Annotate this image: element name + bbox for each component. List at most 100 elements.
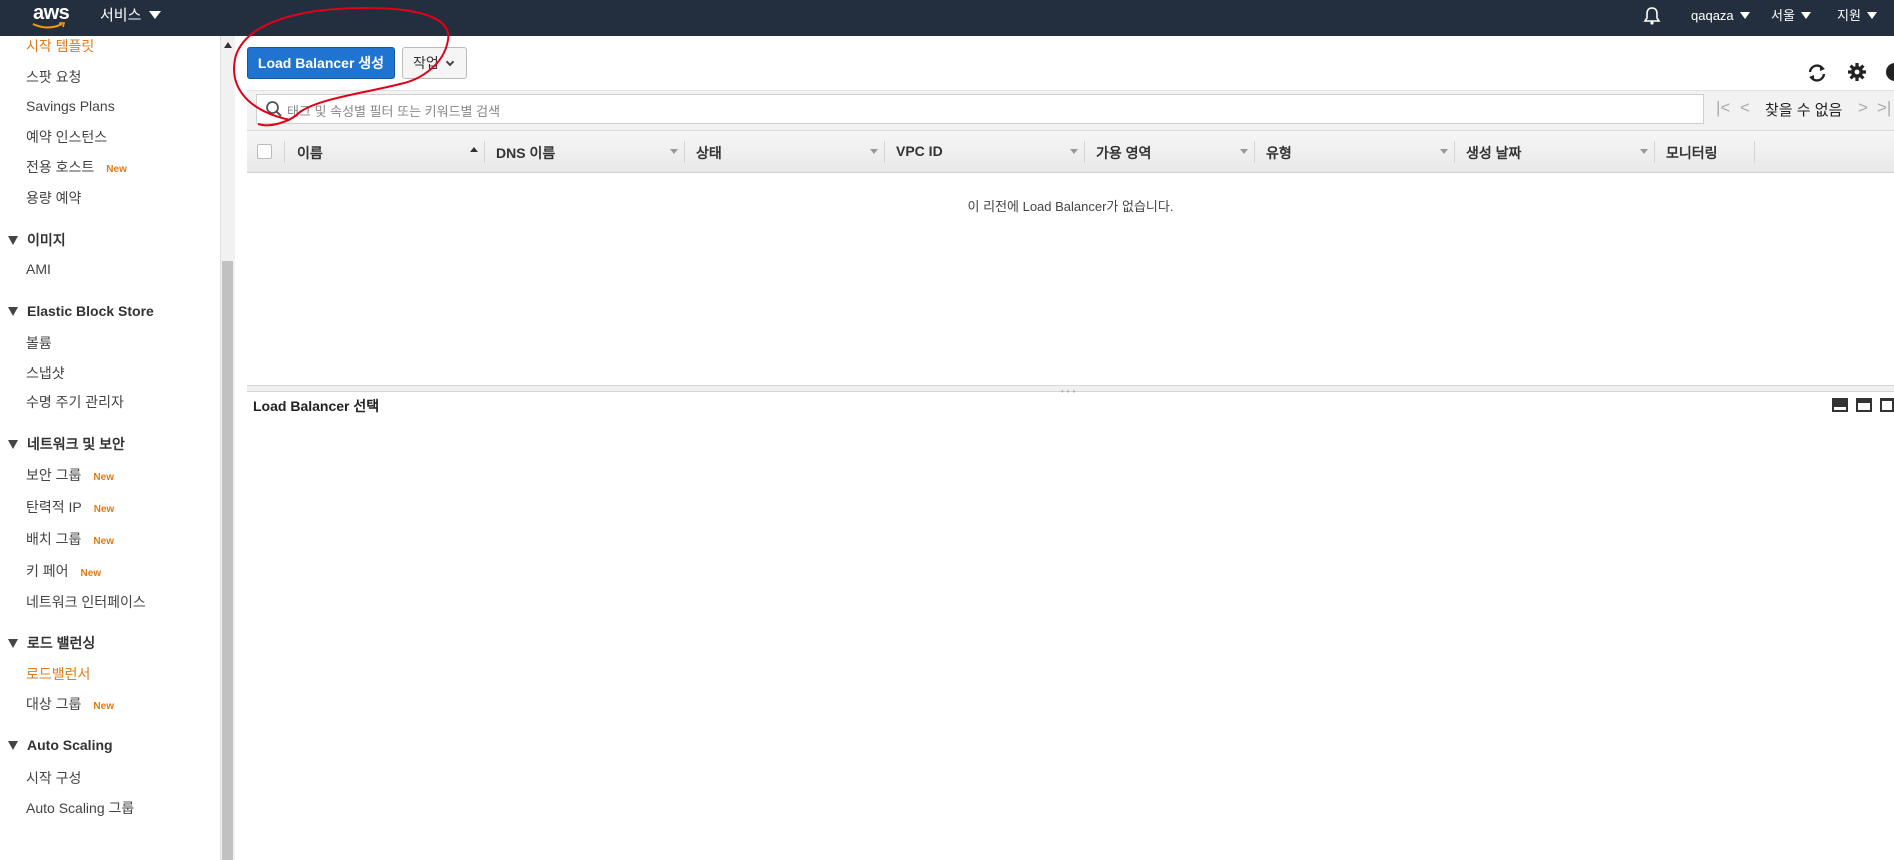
column-divider [1454, 141, 1455, 163]
sidebar-item-label: 네트워크 인터페이스 [26, 594, 146, 610]
new-badge: New [80, 568, 102, 579]
column-header-dns-name[interactable]: DNS 이름 [496, 143, 555, 163]
sidebar-item-security-groups[interactable]: 보안 그룹 New [26, 465, 114, 485]
new-badge: New [93, 504, 115, 515]
sidebar-item-launch-templates[interactable]: 시작 템플릿 [26, 36, 94, 56]
last-page-icon[interactable]: >| [1877, 98, 1891, 118]
sidebar-item-label: 예약 인스턴스 [26, 129, 108, 145]
column-divider [1084, 141, 1085, 163]
sidebar-item-volumes[interactable]: 볼륨 [26, 333, 52, 353]
search-input[interactable]: 태그 및 속성별 필터 또는 키워드별 검색 [256, 94, 1704, 124]
sidebar-item-label: 키 페어 [26, 563, 69, 579]
column-header-name[interactable]: 이름 [297, 143, 323, 163]
sidebar-item-savings-plans[interactable]: Savings Plans [26, 98, 115, 114]
column-header-vpc-id[interactable]: VPC ID [896, 143, 943, 159]
aws-logo[interactable]: aws [30, 2, 70, 32]
sidebar-section-ebs[interactable]: Elastic Block Store [8, 303, 154, 319]
sidebar-item-snapshots[interactable]: 스냅샷 [26, 363, 65, 383]
collapse-triangle-icon [8, 639, 18, 648]
next-page-icon[interactable]: > [1858, 98, 1868, 118]
layout-top-pane-icon[interactable] [1880, 398, 1894, 412]
sidebar-scrollbar-thumb[interactable] [222, 261, 233, 860]
column-divider [484, 141, 485, 163]
scroll-up-arrow-icon[interactable] [224, 42, 232, 48]
services-menu-label: 서비스 [100, 7, 142, 24]
sort-ascending-icon[interactable] [470, 147, 478, 152]
sidebar-item-reserved-instances[interactable]: 예약 인스턴스 [26, 127, 107, 147]
sidebar-item-label: Savings Plans [26, 98, 115, 114]
column-divider [884, 141, 885, 163]
sidebar-item-dedicated-hosts[interactable]: 전용 호스트 New [26, 157, 127, 177]
sidebar-item-key-pairs[interactable]: 키 페어 New [26, 561, 101, 581]
sidebar-item-label: 시작 구성 [26, 770, 82, 786]
sidebar-section-load-balancing[interactable]: 로드 밸런싱 [8, 633, 95, 653]
collapse-triangle-icon [8, 741, 18, 750]
aws-smile-icon [32, 22, 66, 29]
sidebar-item-launch-configurations[interactable]: 시작 구성 [26, 768, 81, 788]
sort-icon[interactable] [1640, 149, 1648, 154]
collapse-triangle-icon [8, 307, 18, 316]
sidebar-section-auto-scaling[interactable]: Auto Scaling [8, 737, 113, 753]
create-load-balancer-button[interactable]: Load Balancer 생성 [247, 47, 395, 79]
first-page-icon[interactable]: |< [1716, 98, 1730, 118]
gear-icon[interactable] [1846, 61, 1868, 83]
sidebar-item-label: 대상 그룹 [26, 696, 82, 712]
column-header-monitoring[interactable]: 모니터링 [1666, 143, 1718, 163]
sidebar-item-spot-requests[interactable]: 스팟 요청 [26, 67, 81, 87]
sort-icon[interactable] [1240, 149, 1248, 154]
search-icon [266, 101, 282, 117]
sidebar-item-auto-scaling-groups[interactable]: Auto Scaling 그룹 [26, 798, 134, 818]
splitter-handle-icon[interactable]: ••• [1061, 387, 1078, 396]
collapse-triangle-icon [8, 236, 18, 245]
sidebar-item-capacity-reservations[interactable]: 용량 예약 [26, 188, 81, 208]
sidebar-item-label: 용량 예약 [26, 190, 82, 206]
sidebar-item-label: 배치 그룹 [26, 531, 82, 547]
sidebar-item-label: 시작 템플릿 [26, 38, 95, 54]
actions-dropdown-button[interactable]: 작업 [402, 47, 467, 79]
actions-dropdown-label: 작업 [413, 55, 439, 71]
sidebar-item-lifecycle-manager[interactable]: 수명 주기 관리자 [26, 392, 124, 412]
sidebar-section-network-security[interactable]: 네트워크 및 보안 [8, 434, 125, 454]
sidebar-section-title: 네트워크 및 보안 [27, 436, 125, 452]
column-divider [1254, 141, 1255, 163]
sort-icon[interactable] [1440, 149, 1448, 154]
sort-icon[interactable] [670, 149, 678, 154]
new-badge: New [93, 472, 114, 483]
column-header-availability-zones[interactable]: 가용 영역 [1096, 143, 1151, 163]
sidebar-section-title: 로드 밸런싱 [27, 635, 96, 651]
sidebar-item-label: AMI [26, 261, 51, 277]
sort-icon[interactable] [870, 149, 878, 154]
sidebar-item-label: 탄력적 IP [26, 499, 82, 515]
sidebar-item-elastic-ips[interactable]: 탄력적 IP New [26, 497, 114, 517]
search-placeholder: 태그 및 속성별 필터 또는 키워드별 검색 [287, 104, 501, 119]
sidebar-item-label: 스냅샷 [26, 365, 65, 381]
sidebar-item-ami[interactable]: AMI [26, 261, 51, 277]
column-header-created[interactable]: 생성 날짜 [1466, 143, 1521, 163]
table-body: 이 리전에 Load Balancer가 없습니다. [247, 0, 1894, 214]
sidebar-section-images[interactable]: 이미지 [8, 230, 66, 250]
sidebar-item-network-interfaces[interactable]: 네트워크 인터페이스 [26, 592, 146, 612]
column-divider [284, 141, 285, 163]
column-divider [1654, 141, 1655, 163]
sort-icon[interactable] [1070, 149, 1078, 154]
sidebar-item-label: 볼륨 [26, 335, 52, 351]
column-header-type[interactable]: 유형 [1266, 143, 1292, 163]
sidebar-item-load-balancers[interactable]: 로드밸런서 [26, 664, 90, 684]
collapse-triangle-icon [8, 440, 18, 449]
column-header-state[interactable]: 상태 [696, 143, 722, 163]
sidebar-section-title: 이미지 [27, 232, 66, 248]
services-menu[interactable]: 서비스 [100, 0, 162, 36]
layout-split-pane-icon[interactable] [1856, 398, 1872, 412]
sidebar-item-label: Auto Scaling 그룹 [26, 800, 135, 816]
help-icon[interactable] [1884, 61, 1894, 83]
chevron-down-icon [149, 11, 162, 19]
select-all-checkbox[interactable] [257, 144, 272, 159]
sidebar-item-placement-groups[interactable]: 배치 그룹 New [26, 529, 114, 549]
column-divider [1754, 141, 1755, 163]
refresh-icon[interactable] [1806, 62, 1828, 84]
previous-page-icon[interactable]: < [1740, 98, 1750, 118]
chevron-down-icon [445, 57, 455, 67]
sidebar-item-label: 스팟 요청 [26, 69, 82, 85]
layout-bottom-pane-icon[interactable] [1832, 398, 1848, 412]
sidebar-item-target-groups[interactable]: 대상 그룹 New [26, 694, 114, 714]
